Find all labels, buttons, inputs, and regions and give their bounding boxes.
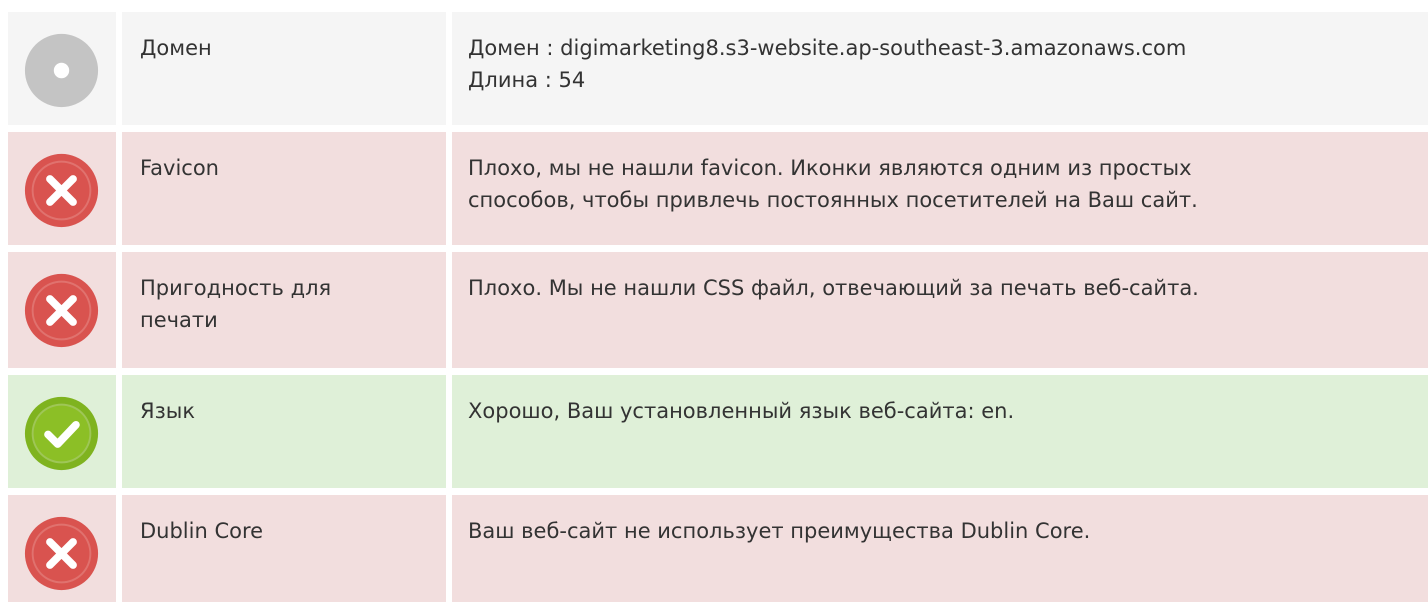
check-value: Домен : digimarketing8.s3-website.ap-sou…: [468, 36, 1187, 92]
check-label: Язык: [140, 399, 196, 423]
check-label-cell: Favicon: [122, 132, 446, 245]
check-value-cell: Хорошо, Ваш установленный язык веб-сайта…: [452, 375, 1428, 488]
check-label-cell: Домен: [122, 12, 446, 125]
check-label-cell: Dublin Core: [122, 495, 446, 602]
check-icon: [24, 396, 99, 471]
check-value: Ваш веб-сайт не использует преимущества …: [468, 519, 1091, 543]
table-row: Домен Домен : digimarketing8.s3-website.…: [0, 12, 1428, 125]
check-value: Хорошо, Ваш установленный язык веб-сайта…: [468, 399, 1015, 423]
check-label-cell: Язык: [122, 375, 446, 488]
status-icon-cell: [8, 252, 116, 368]
error-x-icon: [24, 516, 99, 591]
check-label: Dublin Core: [140, 519, 264, 543]
check-label: Favicon: [140, 156, 219, 180]
check-value: Плохо, мы не нашли favicon. Иконки являю…: [468, 156, 1198, 212]
table-row: Favicon Плохо, мы не нашли favicon. Икон…: [0, 132, 1428, 245]
table-row: Язык Хорошо, Ваш установленный язык веб-…: [0, 375, 1428, 488]
status-icon-cell: [8, 375, 116, 488]
check-label: Пригодность для печати: [140, 276, 332, 332]
status-icon-cell: [8, 12, 116, 125]
check-label-cell: Пригодность для печати: [122, 252, 446, 368]
check-value-cell: Плохо. Мы не нашли CSS файл, отвечающий …: [452, 252, 1428, 368]
table-row: Dublin Core Ваш веб-сайт не использует п…: [0, 495, 1428, 602]
check-value-cell: Плохо, мы не нашли favicon. Иконки являю…: [452, 132, 1428, 245]
check-value: Плохо. Мы не нашли CSS файл, отвечающий …: [468, 276, 1199, 300]
seo-check-table: Домен Домен : digimarketing8.s3-website.…: [0, 0, 1428, 602]
info-dot-icon: [24, 33, 99, 108]
table-row: Пригодность для печати Плохо. Мы не нашл…: [0, 252, 1428, 368]
error-x-icon: [24, 273, 99, 348]
check-label: Домен: [140, 36, 212, 60]
check-value-cell: Домен : digimarketing8.s3-website.ap-sou…: [452, 12, 1428, 125]
status-icon-cell: [8, 495, 116, 602]
status-icon-cell: [8, 132, 116, 245]
check-value-cell: Ваш веб-сайт не использует преимущества …: [452, 495, 1428, 602]
error-x-icon: [24, 153, 99, 228]
